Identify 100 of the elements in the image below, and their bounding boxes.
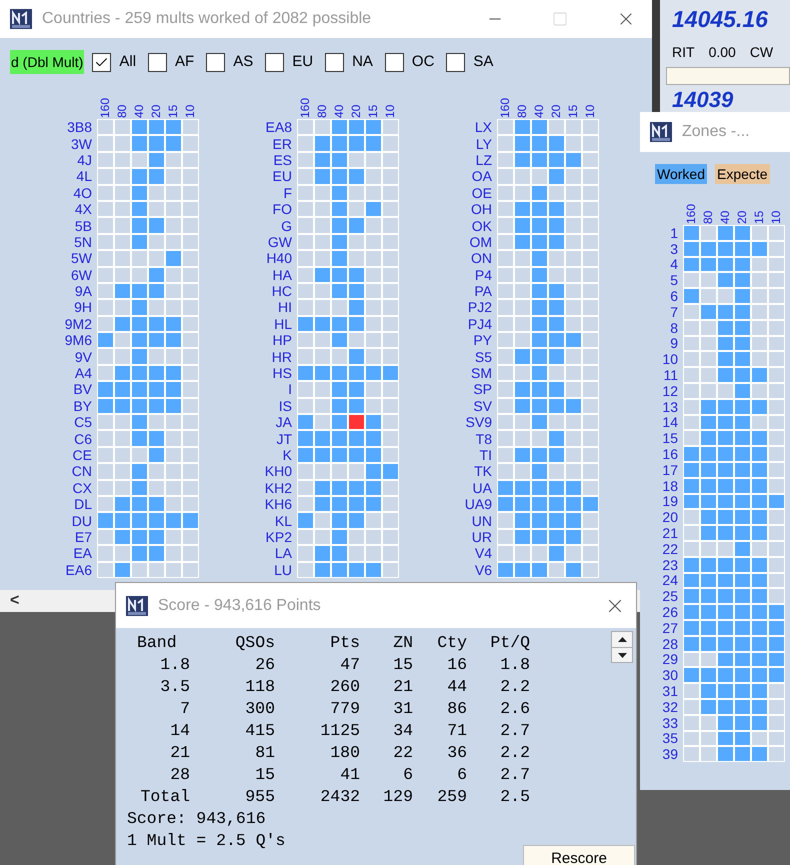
prefix-label: 5W [71,250,92,267]
prefix-label: EU [272,168,292,185]
band-label: 20 [735,210,750,224]
prefix-label: 24 [662,572,678,588]
band-label: 80 [315,104,330,118]
band-label: 80 [115,104,130,118]
prefix-label: BV [73,381,92,398]
band-label: 160 [684,202,699,224]
checkbox[interactable] [325,52,344,72]
table-cell-text: 86 [446,698,467,720]
prefix-label: 9A [74,282,92,300]
table-cell-text: 15 [254,764,275,786]
table-cell-text: 15 [392,654,413,676]
prefix-label: T8 [476,430,492,447]
band-label: 160 [98,96,113,118]
prefix-label: OK [472,217,492,234]
prefix-label: JA [276,414,292,430]
table-cell-text: 300 [244,698,275,720]
prefix-label: GW [268,234,292,250]
dbl-mult-label: d (Dbl Mult) [10,50,84,74]
band-label: 40 [718,210,733,224]
prefix-label: 4O [73,184,92,201]
prefix-label: 3 [670,240,678,257]
prefix-label: 9 [670,336,678,352]
prefix-label: 32 [662,698,678,715]
prefix-label: 3B8 [67,119,92,136]
prefix-label: 4J [77,152,92,168]
band-label: 80 [515,104,530,118]
logo-icon [126,596,148,616]
band-label: 40 [132,104,147,118]
band-label: 10 [383,104,398,118]
table-cell-text: 22 [392,742,413,764]
prefix-label: 27 [662,620,678,636]
prefix-label: OH [471,200,492,218]
mode-label: CW [750,43,774,62]
prefix-label: UA [472,480,492,496]
prefix-label: 19 [662,494,678,510]
checkbox[interactable] [384,52,404,72]
column-header: Pt/Q [489,632,530,654]
table-cell-text: 3.5 [159,676,190,698]
prefix-label: 17 [662,462,678,478]
table-cell-text: 779 [329,698,360,720]
checkbox[interactable] [92,52,112,72]
checkbox[interactable] [265,52,284,72]
prefix-label: BY [73,398,92,414]
checkbox-label: EU [292,52,314,72]
legend-label: Expecte [714,164,770,184]
prefix-label: V6 [474,562,492,578]
logo-icon [650,122,672,142]
prefix-label: 26 [662,604,678,620]
frequency-display: 14045.16 [672,5,769,34]
prefix-label: 4 [670,256,678,272]
checkbox-label: NA [352,52,373,72]
prefix-label: 18 [662,478,678,494]
prefix-label: LU [274,562,292,578]
checkbox-label: All [119,52,136,72]
prefix-label: KH6 [264,496,292,512]
prefix-label: 4L [76,168,92,185]
prefix-label: EA8 [266,119,292,136]
prefix-label: PJ2 [468,299,492,316]
rit-label: RIT [672,43,695,62]
prefix-label: HC [272,282,292,300]
column-header: Cty [436,632,467,654]
prefix-label: 25 [662,588,678,604]
checkbox[interactable] [446,52,466,72]
prefix-label: PJ4 [468,316,492,332]
prefix-label: 6W [71,266,92,283]
column-header: Pts [329,632,360,654]
band-label: 80 [701,210,716,224]
table-cell-text: 2.7 [499,720,530,742]
prefix-label: LA [274,545,292,562]
table-cell-text: 71 [446,720,467,742]
prefix-label: CE [72,446,92,464]
checkbox-label: SA [473,52,494,72]
checkbox-label: AF [175,52,194,72]
prefix-label: HR [272,348,292,365]
prefix-label: 7 [670,304,678,320]
table-cell-text: 6 [456,764,467,786]
checkbox[interactable] [206,52,226,72]
prefix-label: C5 [74,414,92,430]
band-label: 10 [583,104,598,118]
prefix-label: KL [274,512,292,529]
prefix-label: 28 [662,636,678,652]
rescore-button[interactable]: Rescore [523,845,635,865]
prefix-label: 13 [662,398,678,415]
table-cell-text: 31 [392,698,413,720]
table-cell-text: 28 [169,764,190,786]
prefix-label: SV9 [466,414,492,430]
checkbox[interactable] [148,52,168,72]
prefix-label: OM [469,234,492,250]
table-cell-text: 1125 [319,720,360,742]
table-cell-text: 1.8 [159,654,190,676]
scroll-left-arrow[interactable]: < [10,589,20,613]
prefix-label: LY [476,135,492,152]
prefix-label: CX [72,480,92,496]
prefix-label: 21 [662,525,678,541]
prefix-label: SM [471,364,492,382]
prefix-label: 4X [74,200,92,218]
window-title: Countries - 259 mults worked of 2082 possible [42,9,372,29]
table-cell-text: 7 [179,698,190,720]
